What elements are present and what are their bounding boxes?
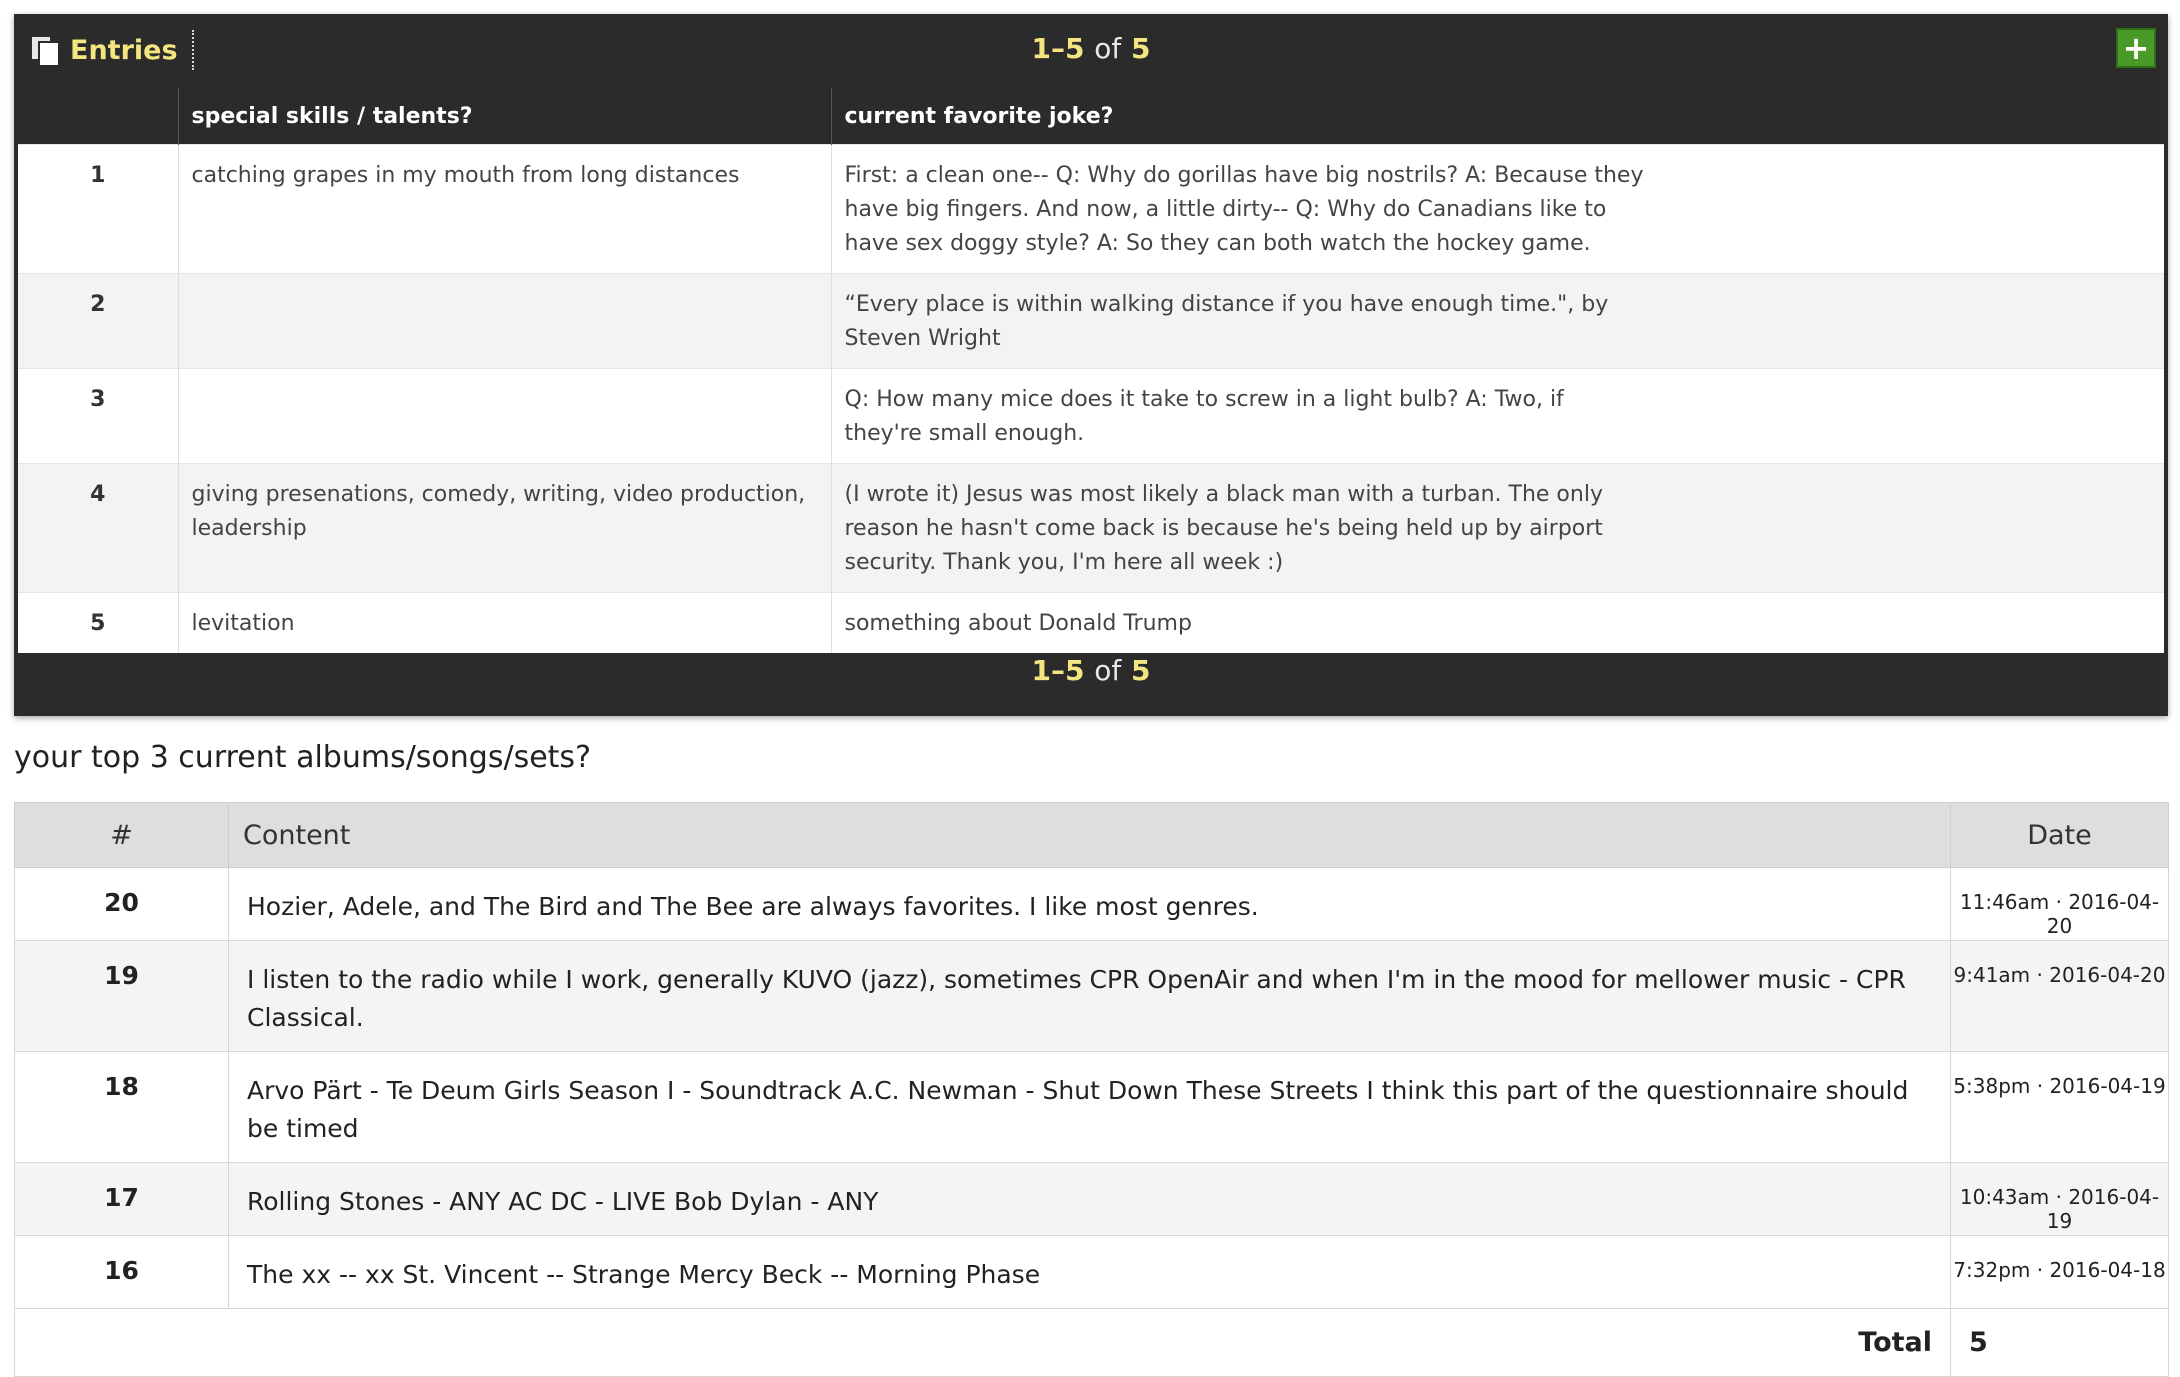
entries-panel: Entries 1–5 of 5 + special skills / tale…	[14, 14, 2168, 716]
album-entry-content: Arvo Pärt - Te Deum Girls Season I - Sou…	[228, 1051, 1951, 1163]
table-row[interactable]: 5 levitation something about Donald Trum…	[18, 592, 2164, 653]
entry-joke: First: a clean one-- Q: Why do gorillas …	[830, 144, 2164, 274]
table-row[interactable]: 18 Arvo Pärt - Te Deum Girls Season I - …	[14, 1051, 2169, 1163]
column-header-content[interactable]: Content	[228, 802, 1951, 868]
entry-skills	[177, 273, 831, 369]
pager-end: 5	[1065, 32, 1085, 65]
pager-end: 5	[1065, 654, 1085, 687]
album-entry-number[interactable]: 19	[14, 940, 229, 1052]
pager-top: 1–5 of 5	[14, 32, 2168, 65]
entry-joke: Q: How many mice does it take to screw i…	[830, 368, 2164, 464]
pager-bottom: 1–5 of 5	[14, 654, 2168, 687]
column-header-date[interactable]: Date	[1950, 802, 2169, 868]
album-entry-number[interactable]: 16	[14, 1235, 229, 1309]
entry-joke-text: “Every place is within walking distance …	[844, 292, 1609, 351]
entry-number: 1	[18, 144, 178, 274]
entry-number: 2	[18, 273, 178, 369]
album-entry-number[interactable]: 18	[14, 1051, 229, 1163]
column-header-joke[interactable]: current favorite joke?	[830, 88, 2164, 145]
entry-number: 4	[18, 463, 178, 593]
entry-joke-text: (I wrote it) Jesus was most likely a bla…	[844, 482, 1603, 575]
album-entry-date: 5:38pm · 2016-04-19	[1950, 1051, 2169, 1163]
entry-joke-text: Q: How many mice does it take to screw i…	[844, 387, 1564, 446]
column-header-number	[18, 88, 178, 145]
plus-icon: +	[2122, 29, 2150, 67]
pager-total: 5	[1130, 654, 1151, 687]
album-entry-content: Hozier, Adele, and The Bird and The Bee …	[228, 867, 1951, 941]
album-entry-date: 10:43am · 2016-04-19	[1950, 1162, 2169, 1236]
album-entry-number[interactable]: 17	[14, 1162, 229, 1236]
table-row[interactable]: 4 giving presenations, comedy, writing, …	[18, 463, 2164, 593]
album-entry-date: 7:32pm · 2016-04-18	[1950, 1235, 2169, 1309]
pager-total: 5	[1130, 32, 1151, 65]
entry-joke: something about Donald Trump	[830, 592, 2164, 653]
table-row[interactable]: 17 Rolling Stones - ANY AC DC - LIVE Bob…	[14, 1162, 2169, 1236]
table-row[interactable]: 1 catching grapes in my mouth from long …	[18, 144, 2164, 274]
pager-of: of	[1094, 654, 1122, 687]
pager-start: 1	[1031, 654, 1051, 687]
album-entry-content: Rolling Stones - ANY AC DC - LIVE Bob Dy…	[228, 1162, 1951, 1236]
table-row[interactable]: 3 Q: How many mice does it take to screw…	[18, 368, 2164, 464]
albums-table: # Content Date 20 Hozier, Adele, and The…	[14, 802, 2169, 1377]
total-row: Total 5	[14, 1308, 2169, 1377]
album-entry-date: 9:41am · 2016-04-20	[1950, 940, 2169, 1052]
table-row[interactable]: 19 I listen to the radio while I work, g…	[14, 940, 2169, 1052]
album-entry-number[interactable]: 20	[14, 867, 229, 941]
total-label: Total	[14, 1308, 1951, 1377]
pager-dash: –	[1051, 654, 1065, 687]
entries-table: special skills / talents? current favori…	[18, 88, 2164, 653]
album-entry-content: I listen to the radio while I work, gene…	[228, 940, 1951, 1052]
entry-joke: “Every place is within walking distance …	[830, 273, 2164, 369]
pager-start: 1	[1031, 32, 1051, 65]
entry-joke-text: First: a clean one-- Q: Why do gorillas …	[844, 163, 1644, 256]
table-row[interactable]: 2 “Every place is within walking distanc…	[18, 273, 2164, 369]
entry-skills: catching grapes in my mouth from long di…	[177, 144, 831, 274]
total-value: 5	[1950, 1308, 2169, 1377]
pager-of: of	[1094, 32, 1122, 65]
table-row[interactable]: 20 Hozier, Adele, and The Bird and The B…	[14, 867, 2169, 941]
album-entry-content: The xx -- xx St. Vincent -- Strange Merc…	[228, 1235, 1951, 1309]
albums-question-title: your top 3 current albums/songs/sets?	[14, 740, 591, 775]
entry-number: 3	[18, 368, 178, 464]
albums-header-row: # Content Date	[14, 802, 2169, 868]
entries-header: Entries 1–5 of 5 +	[14, 14, 2168, 88]
album-entry-date: 11:46am · 2016-04-20	[1950, 867, 2169, 941]
column-header-skills[interactable]: special skills / talents?	[177, 88, 831, 145]
add-entry-button[interactable]: +	[2116, 28, 2156, 68]
entry-number: 5	[18, 592, 178, 653]
column-header-number[interactable]: #	[14, 802, 229, 868]
entry-skills: levitation	[177, 592, 831, 653]
entry-joke-text: something about Donald Trump	[844, 611, 1192, 636]
entry-skills	[177, 368, 831, 464]
entries-header-row: special skills / talents? current favori…	[18, 88, 2164, 145]
pager-dash: –	[1051, 32, 1065, 65]
table-row[interactable]: 16 The xx -- xx St. Vincent -- Strange M…	[14, 1235, 2169, 1309]
entry-joke: (I wrote it) Jesus was most likely a bla…	[830, 463, 2164, 593]
entry-skills: giving presenations, comedy, writing, vi…	[177, 463, 831, 593]
